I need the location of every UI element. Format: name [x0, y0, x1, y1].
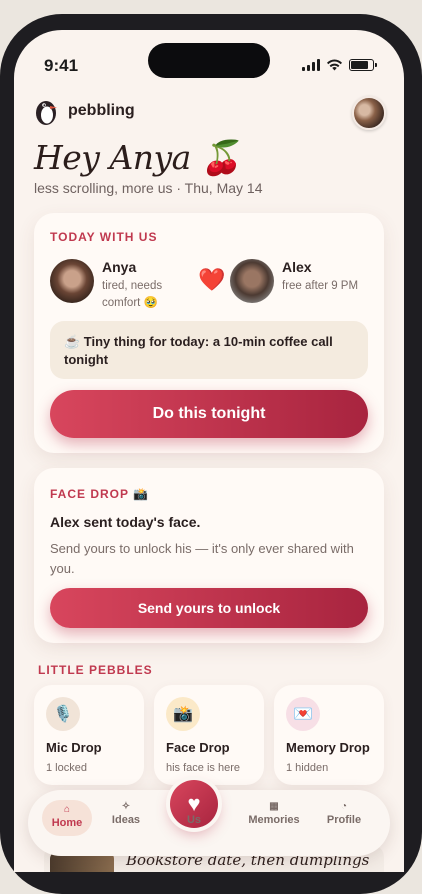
- face-drop-card: FACE DROP 📸 Alex sent today's face. Send…: [34, 468, 384, 643]
- tab-profile[interactable]: ◔ Profile: [318, 800, 370, 826]
- status-time: 9:41: [44, 56, 79, 75]
- face-drop-title: Alex sent today's face.: [50, 514, 201, 530]
- photo-grid-icon: ▦: [269, 801, 279, 812]
- couple-avatar[interactable]: [352, 96, 386, 130]
- bottom-tab-bar: ⌂ Home ✧ Ideas ♥ Us ▦ Memories ◔ Profile: [28, 780, 390, 856]
- face-drop-body: Send yours to unlock his — it's only eve…: [50, 541, 354, 576]
- app-screen: 9:41 pebbling Hey Anya 🍒 less scrolling,…: [14, 30, 404, 872]
- microphone-icon: 🎙️: [46, 697, 80, 731]
- love-letter-icon: 💌: [286, 697, 320, 731]
- battery-icon: [349, 59, 377, 71]
- tab-label: Memories: [248, 814, 300, 826]
- person-name: Alex: [282, 259, 312, 275]
- tab-label: Us: [186, 814, 202, 826]
- alex-photo: [230, 259, 274, 303]
- pebble-title: Mic Drop: [46, 740, 102, 755]
- tab-home[interactable]: ⌂ Home: [42, 800, 92, 836]
- tab-label: Profile: [326, 814, 362, 826]
- tab-ideas[interactable]: ✧ Ideas: [104, 800, 148, 826]
- profile-icon: ◔: [340, 801, 348, 812]
- person-anya: Anya tired, needs comfort 🥹: [50, 259, 180, 312]
- status-icons: [302, 59, 377, 71]
- pebble-memory-drop[interactable]: 💌 Memory Drop 1 hidden: [274, 685, 384, 785]
- pebble-subtitle: 1 locked: [46, 762, 87, 774]
- tiny-thing-suggestion: ☕ Tiny thing for today: a 10-min coffee …: [50, 321, 368, 379]
- today-card: TODAY WITH US Anya tired, needs comfort …: [34, 213, 384, 453]
- sparkle-icon: ✧: [121, 801, 131, 812]
- person-status: tired, needs comfort 🥹: [102, 280, 163, 309]
- camera-icon: 📸: [166, 697, 200, 731]
- face-drop-label: FACE DROP 📸: [50, 487, 150, 501]
- pebble-title: Memory Drop: [286, 740, 370, 755]
- person-status: free after 9 PM: [282, 280, 359, 292]
- wifi-icon: [327, 59, 342, 71]
- home-icon: ⌂: [63, 804, 71, 815]
- little-pebbles-label: LITTLE PEBBLES: [38, 663, 153, 677]
- today-label: TODAY WITH US: [50, 230, 158, 244]
- pebble-subtitle: his face is here: [166, 762, 240, 774]
- tab-us[interactable]: Us: [169, 814, 219, 826]
- tab-memories[interactable]: ▦ Memories: [244, 800, 304, 826]
- person-alex: Alex free after 9 PM: [230, 259, 370, 303]
- pebble-title: Face Drop: [166, 740, 230, 755]
- pebble-subtitle: 1 hidden: [286, 762, 329, 774]
- dynamic-island: [148, 43, 270, 78]
- greeting-title: Hey Anya 🍒: [34, 138, 242, 177]
- tab-label: Home: [51, 817, 83, 829]
- anya-photo: [50, 259, 94, 303]
- tab-label: Ideas: [111, 814, 141, 826]
- greeting-subline: less scrolling, more us · Thu, May 14: [34, 180, 263, 196]
- brand-name: pebbling: [68, 102, 135, 119]
- phone-frame: 9:41 pebbling Hey Anya 🍒 less scrolling,…: [0, 0, 422, 894]
- app-brand: pebbling: [34, 96, 135, 126]
- pebble-mic-drop[interactable]: 🎙️ Mic Drop 1 locked: [34, 685, 144, 785]
- pebble-face-drop[interactable]: 📸 Face Drop his face is here: [154, 685, 264, 785]
- person-name: Anya: [102, 259, 137, 275]
- heart-icon: ❤️: [198, 267, 226, 292]
- send-yours-button[interactable]: Send yours to unlock: [50, 588, 368, 628]
- cellular-signal-icon: [302, 59, 320, 71]
- do-this-tonight-button[interactable]: Do this tonight: [50, 390, 368, 438]
- penguin-logo-icon: [36, 101, 57, 125]
